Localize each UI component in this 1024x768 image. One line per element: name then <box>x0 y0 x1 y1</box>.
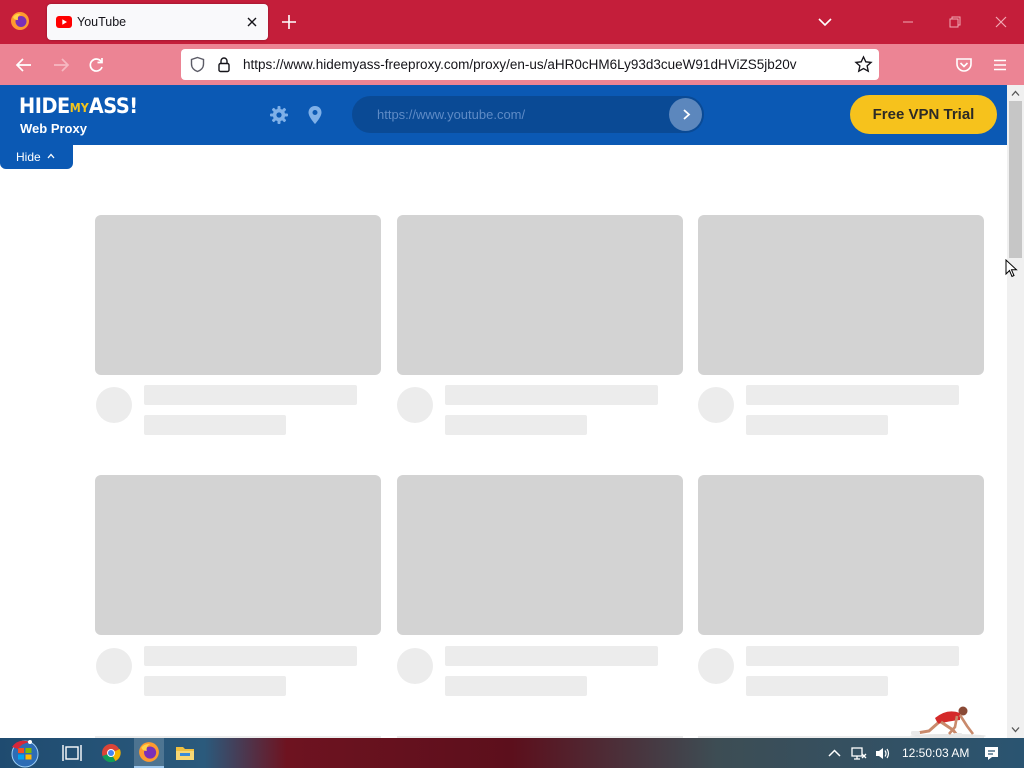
tab-title: YouTube <box>77 15 127 29</box>
new-tab-icon[interactable] <box>280 13 298 31</box>
skeleton-title-line <box>144 646 357 666</box>
proxy-go-button[interactable] <box>669 98 702 131</box>
scroll-down-icon[interactable] <box>1011 725 1020 734</box>
chevron-down-icon[interactable] <box>816 13 834 31</box>
chrome-icon[interactable] <box>100 742 122 764</box>
browser-navbar: https://www.hidemyass-freeproxy.com/prox… <box>0 44 1024 85</box>
network-icon[interactable] <box>850 745 867 762</box>
skeleton-thumbnail <box>95 215 381 375</box>
skeleton-title-line <box>144 385 357 405</box>
proxy-url-input[interactable]: https://www.youtube.com/ <box>352 96 704 133</box>
firefox-icon <box>139 742 159 762</box>
scrollbar-thumb[interactable] <box>1009 101 1022 258</box>
task-view-icon[interactable] <box>61 742 83 764</box>
hide-label: Hide <box>16 150 41 164</box>
close-window-icon[interactable] <box>991 12 1011 32</box>
skeleton-meta-line <box>144 676 286 696</box>
page-scrollbar[interactable] <box>1007 85 1024 738</box>
browser-titlebar: YouTube <box>0 0 1024 44</box>
skeleton-title-line <box>445 385 658 405</box>
skeleton-thumbnail <box>397 215 683 375</box>
skeleton-avatar <box>698 387 734 423</box>
url-text[interactable]: https://www.hidemyass-freeproxy.com/prox… <box>243 57 797 72</box>
skeleton-meta-line <box>445 415 587 435</box>
scroll-up-icon[interactable] <box>1011 89 1020 98</box>
skeleton-avatar <box>698 648 734 684</box>
reload-icon[interactable] <box>86 55 106 75</box>
logo-hide: HIDE <box>19 94 70 118</box>
skeleton-title-line <box>746 385 959 405</box>
taskbar-firefox-active[interactable] <box>134 738 164 768</box>
skeleton-meta-line <box>746 415 888 435</box>
skeleton-avatar <box>397 387 433 423</box>
forward-arrow-icon[interactable] <box>51 55 71 75</box>
skeleton-thumbnail <box>698 475 984 635</box>
skeleton-meta-line <box>445 676 587 696</box>
close-tab-icon[interactable] <box>244 14 260 30</box>
restore-icon[interactable] <box>945 12 965 32</box>
chevron-up-icon <box>47 153 55 159</box>
tab-youtube[interactable]: YouTube <box>47 4 268 40</box>
address-bar[interactable]: https://www.hidemyass-freeproxy.com/prox… <box>181 49 879 80</box>
skeleton-avatar <box>96 387 132 423</box>
file-explorer-icon[interactable] <box>174 742 196 764</box>
skeleton-title-line <box>445 646 658 666</box>
proxy-url-text[interactable]: https://www.youtube.com/ <box>377 107 525 122</box>
logo-subtitle: Web Proxy <box>20 121 87 136</box>
lock-icon[interactable] <box>216 56 232 73</box>
mouse-cursor-icon <box>1005 259 1018 278</box>
hide-header-button[interactable]: Hide <box>0 145 73 169</box>
skeleton-avatar <box>96 648 132 684</box>
location-pin-icon[interactable] <box>305 105 325 125</box>
skeleton-thumbnail <box>397 475 683 635</box>
hamburger-menu-icon[interactable] <box>990 55 1010 75</box>
chevron-up-icon[interactable] <box>826 745 843 762</box>
logo-my: MY <box>69 101 89 115</box>
bookmark-star-icon[interactable] <box>854 55 873 74</box>
windows-taskbar: 12:50:03 AM <box>0 738 1024 768</box>
skeleton-avatar <box>397 648 433 684</box>
skeleton-thumbnail <box>95 475 381 635</box>
start-button-icon[interactable] <box>8 739 44 768</box>
free-vpn-trial-button[interactable]: Free VPN Trial <box>850 95 997 134</box>
minimize-icon[interactable] <box>898 12 918 32</box>
logo-ass: ASS! <box>88 94 138 118</box>
chevron-right-icon <box>683 109 691 120</box>
gear-icon[interactable] <box>269 105 289 125</box>
firefox-icon[interactable] <box>10 11 30 31</box>
skeleton-thumbnail <box>698 215 984 375</box>
skeleton-meta-line <box>144 415 286 435</box>
pocket-icon[interactable] <box>954 55 974 75</box>
runner-desktop-sprite <box>910 706 986 738</box>
taskbar-clock[interactable]: 12:50:03 AM <box>902 746 969 760</box>
proxy-header: HIDEMYASS! Web Proxy https://www.youtube… <box>0 85 1007 145</box>
skeleton-meta-line <box>746 676 888 696</box>
skeleton-title-line <box>746 646 959 666</box>
volume-icon[interactable] <box>874 745 891 762</box>
youtube-favicon <box>56 16 72 28</box>
back-arrow-icon[interactable] <box>14 55 34 75</box>
tracking-shield-icon[interactable] <box>189 56 206 73</box>
hma-logo[interactable]: HIDEMYASS! <box>19 94 138 118</box>
action-center-icon[interactable] <box>983 745 1000 762</box>
